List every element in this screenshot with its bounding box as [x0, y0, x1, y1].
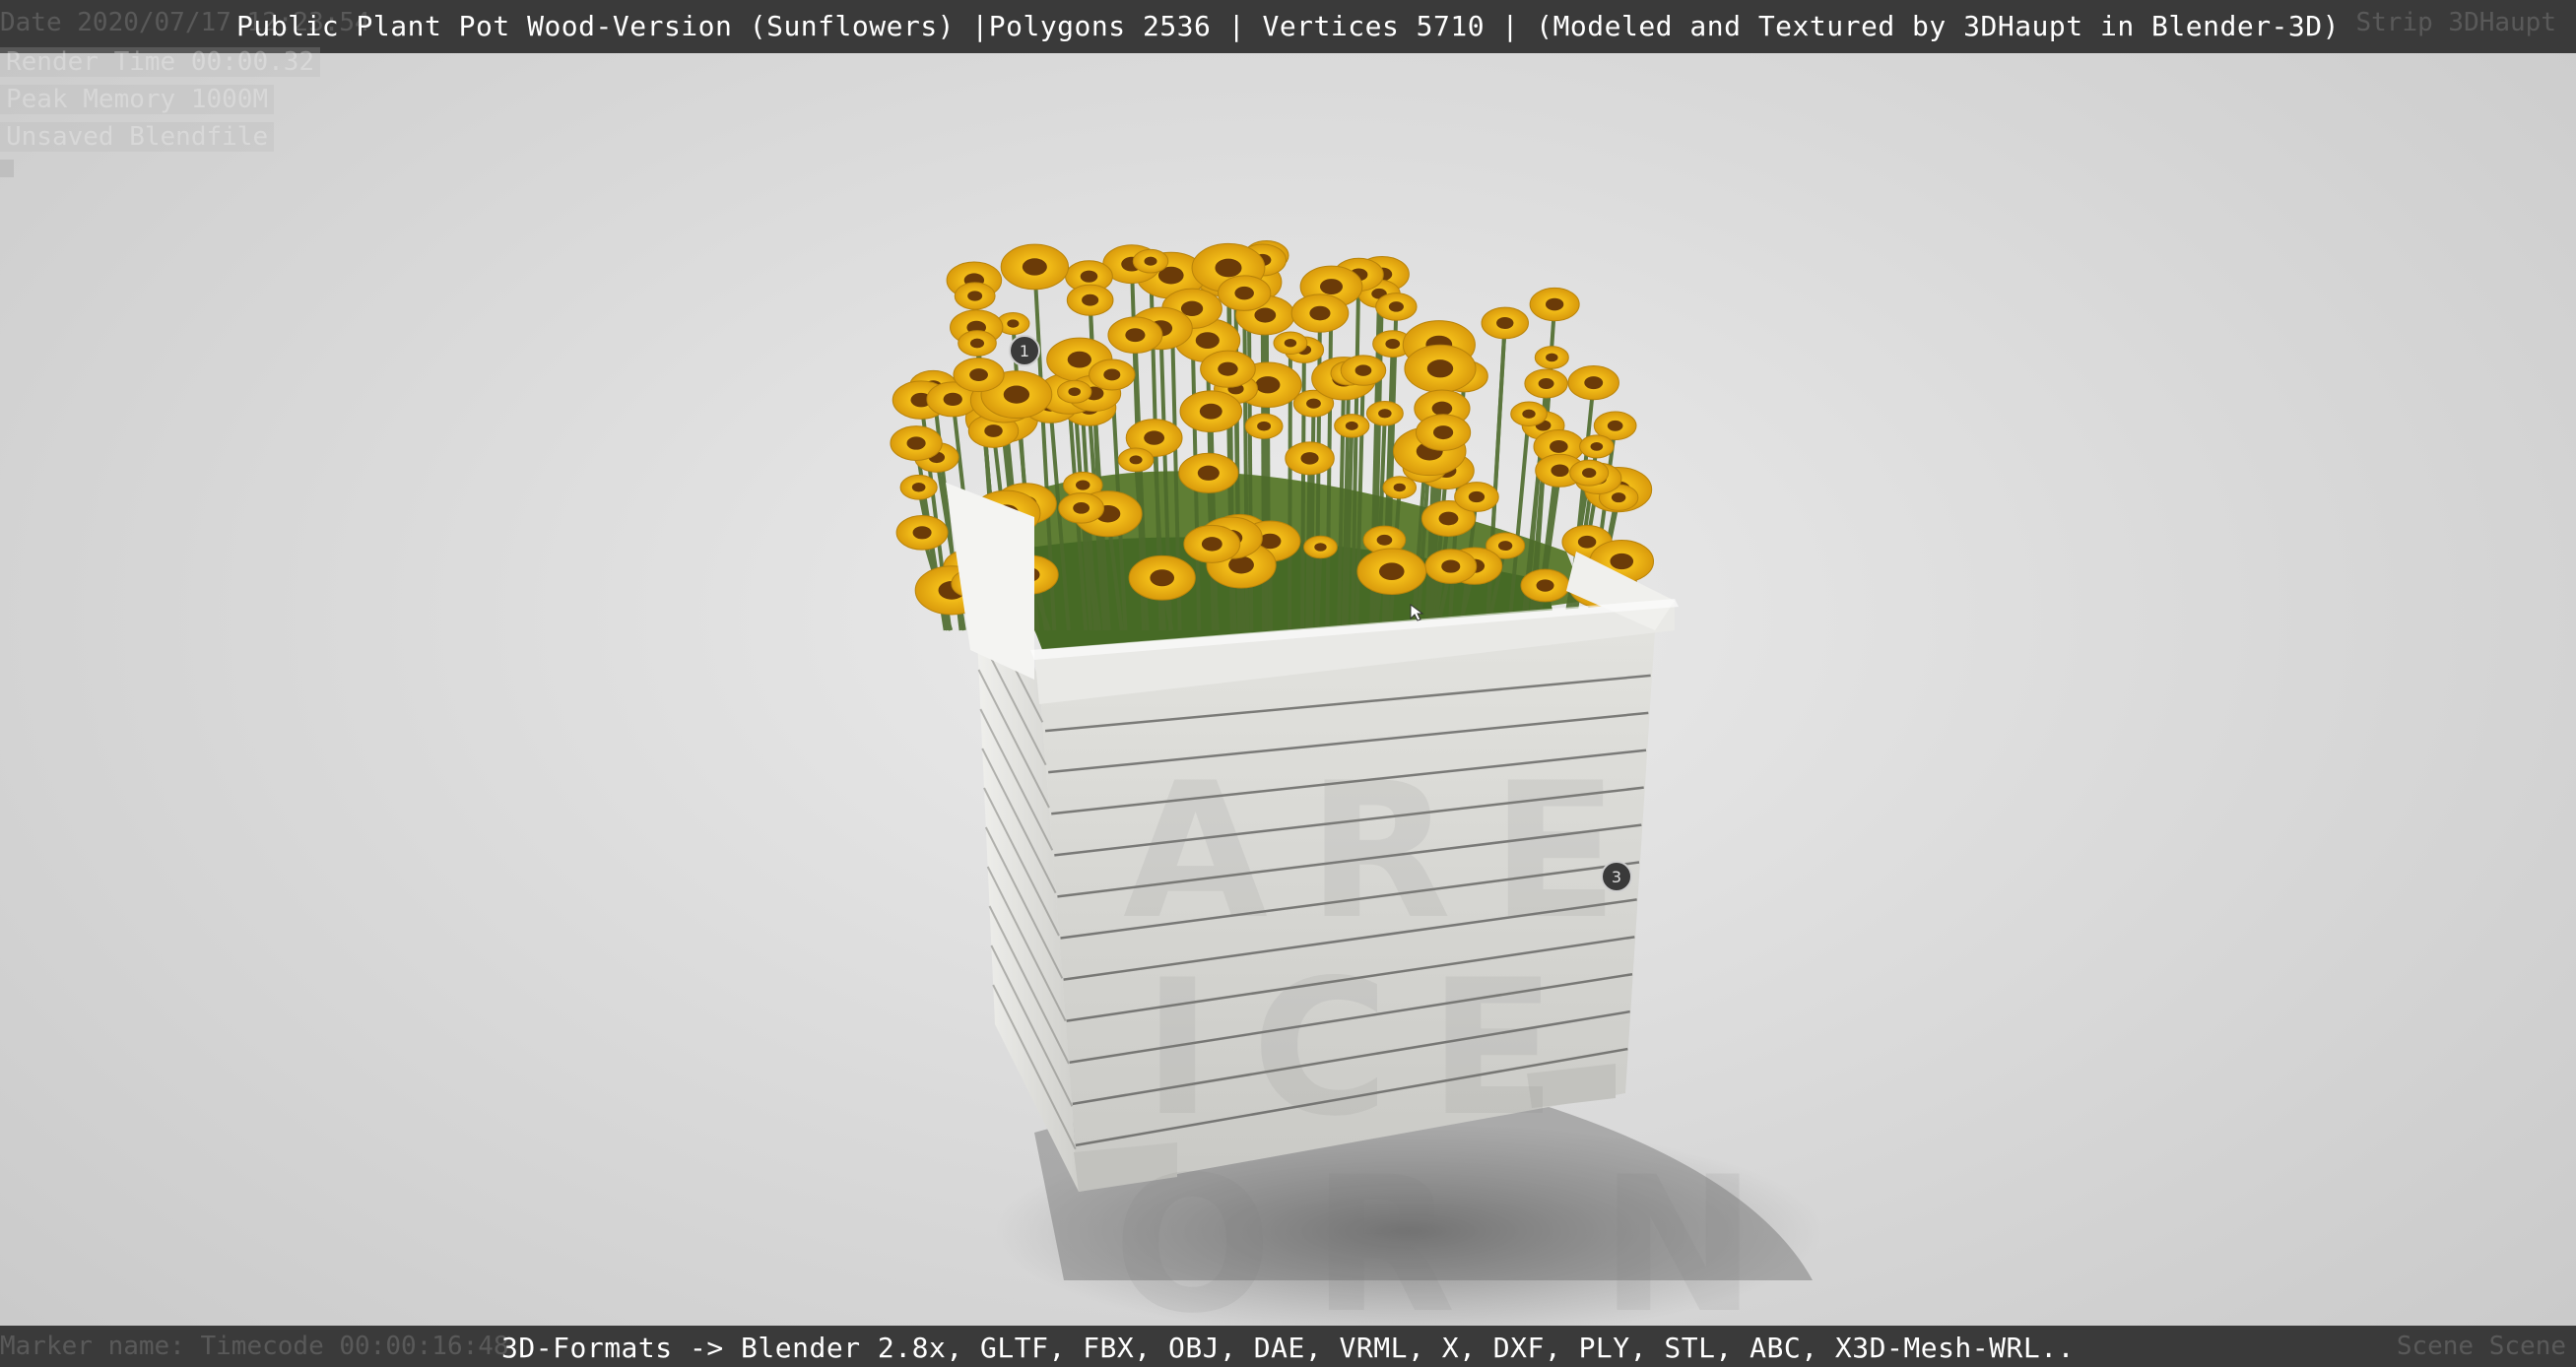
sunflower	[1000, 243, 1070, 291]
sunflower	[954, 282, 996, 310]
bottom-info-bar: Marker name: Timecode 00:00:16:48 3D-For…	[0, 1326, 2576, 1367]
scene-label: Scene Scene	[2396, 1332, 2566, 1361]
sunflower	[1089, 358, 1136, 391]
sunflower	[1569, 459, 1610, 487]
sunflower	[1510, 401, 1548, 426]
sunflower	[1424, 549, 1478, 584]
sunflower	[1356, 548, 1427, 595]
sunflower	[1179, 390, 1243, 433]
watermark-text: ARE	[1123, 743, 1659, 960]
sunflower	[1128, 554, 1196, 601]
sunflower	[1285, 441, 1335, 476]
formats-list: 3D-Formats -> Blender 2.8x, GLTF, FBX, O…	[501, 1332, 2075, 1364]
sunflower	[1365, 400, 1404, 426]
sunflower	[1529, 287, 1580, 322]
sunflower	[1334, 414, 1370, 438]
sunflower	[1057, 379, 1092, 404]
sunflower	[1520, 568, 1570, 603]
sunflower	[1340, 355, 1387, 386]
top-info-bar: Date 2020/07/17 12:23:54 Public Plant Po…	[0, 0, 2576, 53]
sunflower	[1218, 275, 1272, 311]
sunflower	[1132, 248, 1169, 274]
hotspot-1-label: 1	[1020, 342, 1029, 360]
sunflower	[1117, 447, 1155, 473]
sunflower	[1303, 535, 1338, 559]
sunflower	[1107, 316, 1163, 355]
sunflower	[1178, 452, 1239, 493]
hotspot-1[interactable]: 1	[1009, 335, 1040, 366]
sunflower	[1273, 331, 1308, 356]
sunflower	[1404, 344, 1477, 393]
sunflower	[1579, 434, 1615, 459]
sunflower	[1244, 413, 1284, 439]
sunflower	[1375, 293, 1418, 321]
watermark-text-2: ICE	[1143, 940, 1596, 1157]
sunflower	[1416, 414, 1472, 451]
sunflower	[1567, 364, 1619, 401]
sunflower	[1454, 482, 1499, 512]
sunflower	[1200, 350, 1256, 388]
sunflower	[899, 474, 938, 500]
sunflower	[1058, 492, 1105, 524]
sunflower	[1066, 284, 1114, 316]
sunflower	[1382, 476, 1418, 499]
sunflower	[1481, 306, 1529, 340]
sunflower	[1524, 368, 1568, 399]
sunflower	[1290, 293, 1350, 333]
3d-viewport[interactable]: ARE ICE OR N 1 3	[0, 53, 2576, 1354]
sunflower	[890, 425, 943, 461]
sunflower	[958, 330, 997, 357]
sunflower	[1183, 524, 1241, 563]
model-title: Public Plant Pot Wood-Version (Sunflower…	[236, 10, 2340, 42]
watermark-text-3: OR N	[1113, 1137, 1796, 1354]
strip-label: Strip 3DHaupt	[2355, 8, 2557, 37]
sunflower	[1534, 346, 1569, 369]
sunflower	[953, 358, 1005, 393]
sunflower	[895, 514, 949, 551]
